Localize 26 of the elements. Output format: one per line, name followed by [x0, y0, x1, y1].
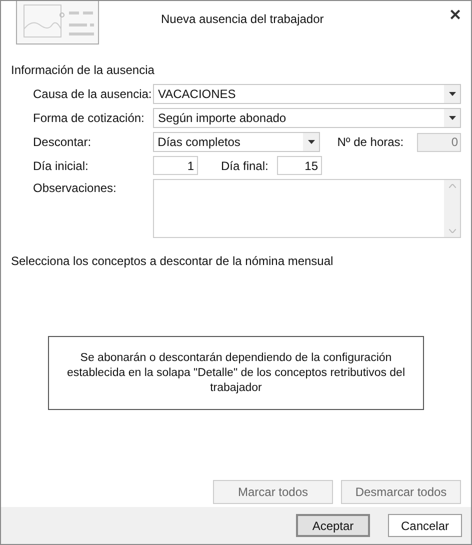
- field-label: Descontar:: [33, 134, 92, 151]
- section-title: Selecciona los conceptos a descontar de la nómina mensual: [11, 253, 334, 270]
- field-label: Observaciones:: [33, 180, 118, 197]
- dropdown[interactable]: Según importe abonado: [153, 108, 461, 128]
- field-label: Día final:: [221, 158, 270, 174]
- scrollbar[interactable]: [444, 180, 460, 237]
- caret-icon: [308, 140, 315, 144]
- section-title: Información de la ausencia: [11, 62, 156, 79]
- field-label: Día inicial:: [33, 158, 90, 174]
- scroll-down-icon[interactable]: [448, 229, 456, 233]
- start-day-field[interactable]: 1: [153, 156, 198, 175]
- caret-icon: [448, 92, 456, 96]
- dialog-button[interactable]: Cancelar: [388, 514, 462, 537]
- dialog-button[interactable]: Aceptar: [296, 514, 370, 537]
- info-box: Se abonarán o descontarán dependiendo de la configuración establecida en la solapa "Detalle" de los conceptos retributivos del trabajador: [48, 336, 424, 410]
- field-label: Nº de horas:: [337, 134, 405, 151]
- field-label: Forma de cotización:: [33, 110, 146, 127]
- dropdown[interactable]: Días completos: [152, 132, 320, 152]
- caret-icon: [448, 116, 456, 120]
- window-title: Nueva ausencia del trabajador: [161, 11, 324, 28]
- close-button[interactable]: ✕: [449, 5, 462, 28]
- scroll-up-icon[interactable]: [448, 184, 456, 188]
- field-label: Causa de la ausencia:: [33, 86, 153, 103]
- dropdown[interactable]: VACACIONES: [153, 84, 461, 104]
- end-day-field[interactable]: 15: [277, 156, 322, 175]
- notes-field[interactable]: [153, 179, 461, 238]
